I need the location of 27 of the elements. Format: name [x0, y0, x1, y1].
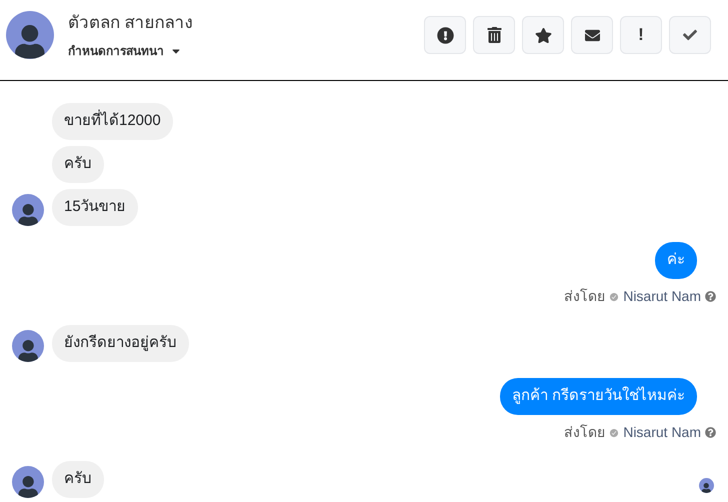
incoming-message: ขายที่ได้12000: [52, 103, 173, 140]
mail-icon: [584, 28, 600, 42]
incoming-message: 15วันขาย: [52, 189, 138, 226]
incoming-message: ครับ: [52, 461, 104, 498]
sender-name[interactable]: Nisarut Nam: [623, 286, 701, 307]
outgoing-message: ค่ะ: [655, 242, 697, 279]
star-icon: [534, 26, 552, 44]
sent-by-label: ส่งโดย: [564, 287, 606, 306]
outgoing-message: ลูกค้า กรีดรายวันใช่ไหมค่ะ: [500, 378, 697, 415]
contact-name: ตัวตลก สายกลาง: [68, 12, 193, 34]
exclaim-button[interactable]: !: [620, 16, 662, 54]
trash-icon: [486, 27, 502, 43]
mail-button[interactable]: [571, 16, 613, 54]
incoming-message: ยังกรีดยางอยู่ครับ: [52, 325, 189, 362]
help-icon[interactable]: [705, 291, 716, 302]
trash-button[interactable]: [473, 16, 515, 54]
alert-button[interactable]: [424, 16, 466, 54]
alert-icon: [436, 26, 454, 44]
help-icon[interactable]: [705, 427, 716, 438]
sender-name[interactable]: Nisarut Nam: [623, 422, 701, 443]
contact-avatar: [6, 11, 54, 59]
conversation-menu[interactable]: กำหนดการสนทนา: [68, 42, 193, 60]
star-button[interactable]: [522, 16, 564, 54]
sent-by-label: ส่งโดย: [564, 423, 606, 442]
check-icon: [683, 28, 697, 42]
incoming-message: ครับ: [52, 146, 104, 183]
check-button[interactable]: [669, 16, 711, 54]
